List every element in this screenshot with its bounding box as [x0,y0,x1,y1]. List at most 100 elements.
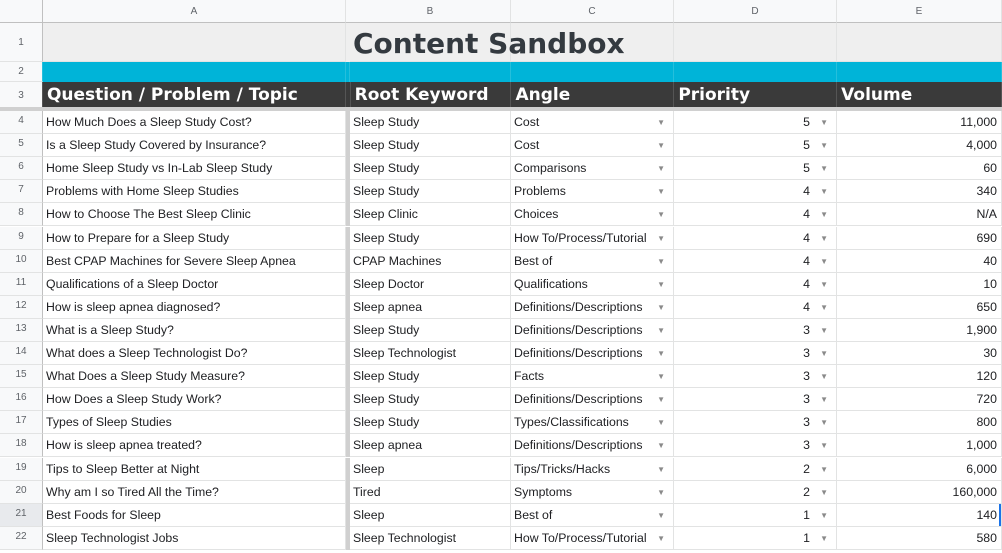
cell-question[interactable]: How to Choose The Best Sleep Clinic [43,203,346,227]
cell-volume[interactable]: 30 [837,342,1002,366]
cell-angle-dropdown[interactable]: Cost ▼ [511,134,674,158]
dropdown-arrow-icon[interactable]: ▼ [657,319,665,341]
dropdown-arrow-icon[interactable]: ▼ [820,111,828,133]
cell-angle-dropdown[interactable]: Best of ▼ [511,503,674,527]
cell-angle-dropdown[interactable]: Symptoms ▼ [511,480,674,504]
cell-root-keyword[interactable]: Sleep Study [350,411,511,435]
row-header[interactable]: 3 [0,82,43,107]
cell-question[interactable]: What Does a Sleep Study Measure? [43,365,346,389]
column-header-b[interactable]: B [350,0,511,23]
cell-priority-dropdown[interactable]: 3 ▼ [674,365,837,389]
cell-volume[interactable]: 4,000 [837,134,1002,158]
dropdown-arrow-icon[interactable]: ▼ [820,134,828,156]
cell-angle-dropdown[interactable]: Types/Classifications ▼ [511,411,674,435]
cell-root-keyword[interactable]: Sleep [350,457,511,481]
header-root-keyword[interactable]: Root Keyword [350,82,512,107]
row-header[interactable]: 5 [0,134,43,158]
cell-angle-dropdown[interactable]: How To/Process/Tutorial ▼ [511,526,674,550]
cell-priority-dropdown[interactable]: 3 ▼ [674,388,837,412]
dropdown-arrow-icon[interactable]: ▼ [657,481,665,503]
cell-priority-dropdown[interactable]: 4 ▼ [674,295,837,319]
row-header[interactable]: 10 [0,249,43,273]
row-header[interactable]: 6 [0,157,43,181]
row-header[interactable]: 18 [0,434,43,458]
cell-question[interactable]: Best Foods for Sleep [43,503,346,527]
row-header[interactable]: 19 [0,457,43,481]
dropdown-arrow-icon[interactable]: ▼ [820,296,828,318]
cell-priority-dropdown[interactable]: 3 ▼ [674,318,837,342]
cell-question[interactable]: What is a Sleep Study? [43,318,346,342]
cell-root-keyword[interactable]: Sleep Study [350,318,511,342]
dropdown-arrow-icon[interactable]: ▼ [657,434,665,456]
cell-question[interactable]: Sleep Technologist Jobs [43,526,346,550]
cell-volume[interactable]: 40 [837,249,1002,273]
dropdown-arrow-icon[interactable]: ▼ [657,157,665,179]
column-header-e[interactable]: E [837,0,1002,23]
cell-b2[interactable] [350,62,511,82]
dropdown-arrow-icon[interactable]: ▼ [657,227,665,249]
cell-priority-dropdown[interactable]: 4 ▼ [674,180,837,204]
cell-question[interactable]: How is sleep apnea treated? [43,434,346,458]
cell-angle-dropdown[interactable]: How To/Process/Tutorial ▼ [511,226,674,250]
cell-priority-dropdown[interactable]: 5 ▼ [674,111,837,135]
cell-volume[interactable]: 10 [837,272,1002,296]
row-header[interactable]: 20 [0,480,43,504]
cell-root-keyword[interactable]: Sleep Study [350,365,511,389]
cell-volume[interactable]: 140 [837,503,1002,527]
row-header[interactable]: 16 [0,388,43,412]
row-header[interactable]: 22 [0,526,43,550]
cell-priority-dropdown[interactable]: 3 ▼ [674,342,837,366]
row-header[interactable]: 11 [0,272,43,296]
row-header[interactable]: 7 [0,180,43,204]
cell-priority-dropdown[interactable]: 4 ▼ [674,272,837,296]
cell-question[interactable]: What does a Sleep Technologist Do? [43,342,346,366]
dropdown-arrow-icon[interactable]: ▼ [657,365,665,387]
cell-question[interactable]: Is a Sleep Study Covered by Insurance? [43,134,346,158]
cell-root-keyword[interactable]: Sleep Study [350,134,511,158]
cell-angle-dropdown[interactable]: Problems ▼ [511,180,674,204]
dropdown-arrow-icon[interactable]: ▼ [657,458,665,480]
cell-question[interactable]: Home Sleep Study vs In-Lab Sleep Study [43,157,346,181]
cell-d2[interactable] [674,62,837,82]
dropdown-arrow-icon[interactable]: ▼ [820,273,828,295]
cell-priority-dropdown[interactable]: 4 ▼ [674,226,837,250]
row-header[interactable]: 17 [0,411,43,435]
header-priority[interactable]: Priority [674,82,838,107]
dropdown-arrow-icon[interactable]: ▼ [820,411,828,433]
cell-question[interactable]: How to Prepare for a Sleep Study [43,226,346,250]
row-header[interactable]: 13 [0,318,43,342]
select-all-corner[interactable] [0,0,43,23]
dropdown-arrow-icon[interactable]: ▼ [657,296,665,318]
cell-angle-dropdown[interactable]: Definitions/Descriptions ▼ [511,434,674,458]
cell-priority-dropdown[interactable]: 2 ▼ [674,457,837,481]
cell-priority-dropdown[interactable]: 5 ▼ [674,134,837,158]
cell-root-keyword[interactable]: Tired [350,480,511,504]
cell-volume[interactable]: 120 [837,365,1002,389]
cell-priority-dropdown[interactable]: 3 ▼ [674,434,837,458]
dropdown-arrow-icon[interactable]: ▼ [657,134,665,156]
dropdown-arrow-icon[interactable]: ▼ [657,388,665,410]
dropdown-arrow-icon[interactable]: ▼ [820,203,828,225]
cell-question[interactable]: How is sleep apnea diagnosed? [43,295,346,319]
cell-priority-dropdown[interactable]: 1 ▼ [674,503,837,527]
cell-angle-dropdown[interactable]: Definitions/Descriptions ▼ [511,388,674,412]
row-header[interactable]: 21 [0,503,43,527]
cell-angle-dropdown[interactable]: Definitions/Descriptions ▼ [511,318,674,342]
dropdown-arrow-icon[interactable]: ▼ [820,227,828,249]
cell-question[interactable]: Problems with Home Sleep Studies [43,180,346,204]
cell-root-keyword[interactable]: Sleep Technologist [350,526,511,550]
dropdown-arrow-icon[interactable]: ▼ [820,319,828,341]
cell-priority-dropdown[interactable]: 5 ▼ [674,157,837,181]
cell-root-keyword[interactable]: Sleep apnea [350,434,511,458]
cell-volume[interactable]: 340 [837,180,1002,204]
dropdown-arrow-icon[interactable]: ▼ [820,388,828,410]
dropdown-arrow-icon[interactable]: ▼ [657,180,665,202]
dropdown-arrow-icon[interactable]: ▼ [820,180,828,202]
row-header[interactable]: 14 [0,342,43,366]
dropdown-arrow-icon[interactable]: ▼ [820,504,828,526]
row-header[interactable]: 9 [0,226,43,250]
cell-angle-dropdown[interactable]: Facts ▼ [511,365,674,389]
row-header[interactable]: 2 [0,62,43,82]
cell-priority-dropdown[interactable]: 1 ▼ [674,526,837,550]
row-header[interactable]: 8 [0,203,43,227]
